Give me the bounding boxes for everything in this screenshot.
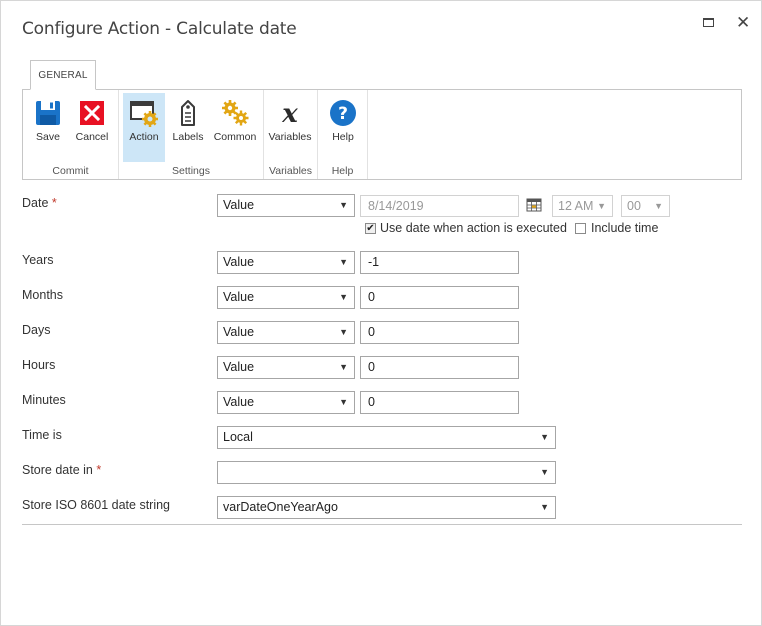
- configure-action-dialog: Configure Action - Calculate date ✕ GENE…: [0, 0, 762, 626]
- use-date-checkbox-label: Use date when action is executed: [380, 221, 567, 235]
- date-label: Date *: [22, 196, 57, 210]
- save-icon: [36, 101, 60, 125]
- action-icon: [130, 101, 158, 127]
- ribbon-group-help: ? Help Help: [318, 90, 368, 179]
- ribbon-group-label-commit: Commit: [52, 165, 89, 177]
- close-icon[interactable]: ✕: [736, 15, 752, 32]
- months-type-select[interactable]: Value ▼: [217, 286, 355, 309]
- date-input[interactable]: 8/14/2019: [360, 195, 519, 217]
- months-input[interactable]: 0: [360, 286, 519, 309]
- ribbon-group-label-variables: Variables: [269, 165, 312, 177]
- common-button[interactable]: Common: [211, 93, 259, 162]
- minutes-label: Minutes: [22, 393, 66, 407]
- required-mark: *: [51, 196, 57, 210]
- chevron-down-icon: ▼: [540, 432, 549, 442]
- store-iso-label: Store ISO 8601 date string: [22, 498, 171, 512]
- include-time-checkbox-label: Include time: [591, 221, 659, 235]
- days-input[interactable]: 0: [360, 321, 519, 344]
- months-label: Months: [22, 288, 63, 302]
- hours-type-select[interactable]: Value ▼: [217, 356, 355, 379]
- include-time-checkbox[interactable]: [575, 223, 586, 234]
- variables-label: Variables: [268, 131, 312, 143]
- chevron-down-icon: ▼: [654, 201, 663, 211]
- hours-label: Hours: [22, 358, 56, 372]
- save-button[interactable]: Save: [27, 93, 69, 162]
- common-gears-icon: [222, 100, 249, 126]
- action-label: Action: [129, 131, 159, 143]
- common-label: Common: [213, 131, 257, 143]
- labels-label: Labels: [172, 131, 204, 143]
- svg-text:x: x: [281, 99, 298, 128]
- help-icon: ?: [330, 100, 356, 126]
- hours-input[interactable]: 0: [360, 356, 519, 379]
- minute-select[interactable]: 00 ▼: [621, 195, 670, 217]
- chevron-down-icon: ▼: [339, 362, 348, 372]
- labels-button[interactable]: Labels: [167, 93, 209, 162]
- time-is-select[interactable]: Local ▼: [217, 426, 556, 449]
- chevron-down-icon: ▼: [339, 257, 348, 267]
- ribbon-group-commit: Save Cancel Commit: [23, 90, 119, 179]
- years-input[interactable]: -1: [360, 251, 519, 274]
- maximize-icon[interactable]: [702, 15, 718, 31]
- calendar-icon[interactable]: [524, 195, 544, 215]
- minutes-type-select[interactable]: Value ▼: [217, 391, 355, 414]
- svg-text:?: ?: [338, 104, 348, 124]
- form-divider: [22, 524, 742, 525]
- variables-x-icon: x: [281, 99, 298, 128]
- ribbon-group-variables: x Variables Variables: [264, 90, 318, 179]
- chevron-down-icon: ▼: [339, 200, 348, 210]
- save-label: Save: [36, 131, 60, 143]
- years-label: Years: [22, 253, 54, 267]
- chevron-down-icon: ▼: [339, 327, 348, 337]
- days-type-select[interactable]: Value ▼: [217, 321, 355, 344]
- ribbon-group-label-help: Help: [331, 165, 354, 177]
- time-is-label: Time is: [22, 428, 62, 442]
- chevron-down-icon: ▼: [339, 292, 348, 302]
- help-button[interactable]: ? Help: [322, 93, 364, 162]
- chevron-down-icon: ▼: [597, 201, 606, 211]
- date-type-select[interactable]: Value ▼: [217, 194, 355, 217]
- cancel-icon: [80, 101, 104, 125]
- cancel-button[interactable]: Cancel: [71, 93, 113, 162]
- required-mark: *: [96, 463, 102, 477]
- variables-button[interactable]: x Variables: [269, 93, 312, 162]
- action-button[interactable]: Action: [123, 93, 165, 162]
- chevron-down-icon: ▼: [540, 502, 549, 512]
- minutes-input[interactable]: 0: [360, 391, 519, 414]
- ribbon-group-label-settings: Settings: [172, 165, 210, 177]
- cancel-label: Cancel: [75, 131, 109, 143]
- chevron-down-icon: ▼: [540, 467, 549, 477]
- chevron-down-icon: ▼: [339, 397, 348, 407]
- store-date-in-label: Store date in *: [22, 463, 102, 477]
- ribbon-group-settings: Action Labels Common Settings: [119, 90, 264, 179]
- tab-general[interactable]: GENERAL: [30, 60, 96, 90]
- ribbon-toolbar: Save Cancel Commit Action Labels Common …: [22, 89, 742, 180]
- labels-icon: [181, 100, 195, 126]
- dialog-title: Configure Action - Calculate date: [22, 19, 297, 39]
- store-iso-select[interactable]: varDateOneYearAgo ▼: [217, 496, 556, 519]
- use-date-checkbox[interactable]: ✔: [365, 223, 376, 234]
- store-date-in-select[interactable]: ▼: [217, 461, 556, 484]
- help-label: Help: [332, 131, 354, 143]
- hour-select[interactable]: 12 AM ▼: [552, 195, 613, 217]
- years-type-select[interactable]: Value ▼: [217, 251, 355, 274]
- days-label: Days: [22, 323, 51, 337]
